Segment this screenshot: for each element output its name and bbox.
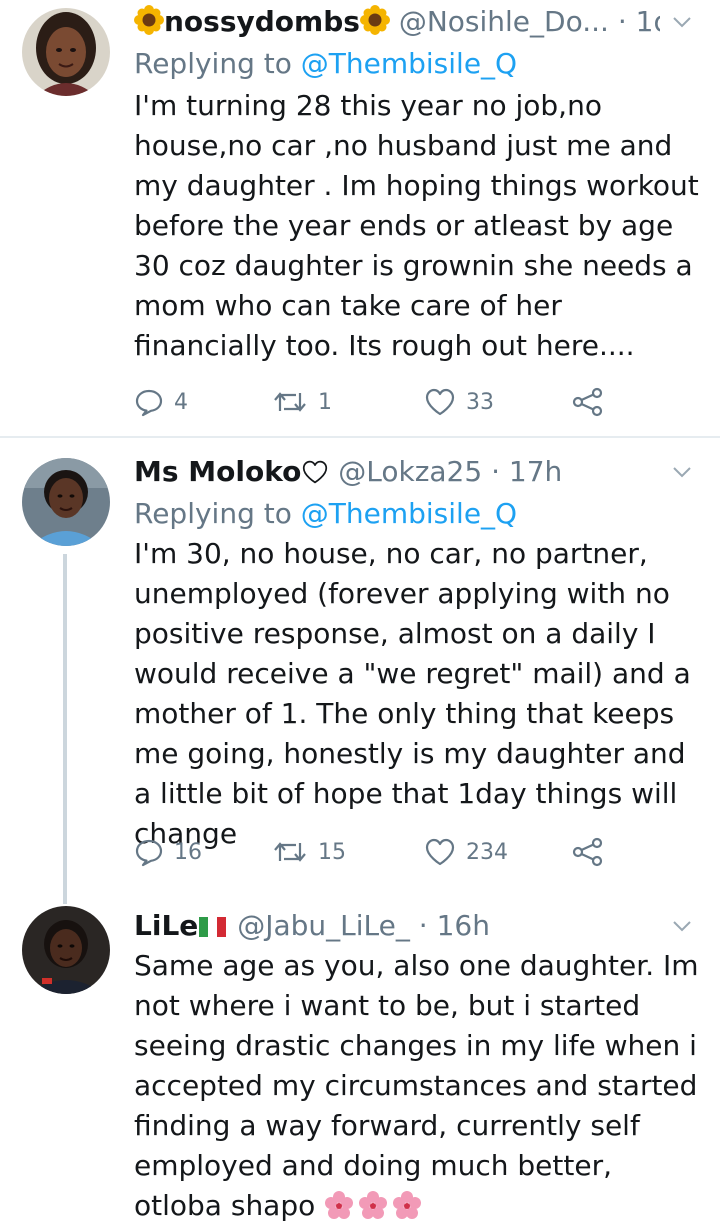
replying-to-label: Replying to <box>134 497 292 530</box>
timestamp[interactable]: 16h <box>437 909 490 942</box>
tweet-actions: 16 15 234 <box>134 834 614 870</box>
avatar[interactable] <box>22 8 110 96</box>
retweet-icon <box>274 392 306 412</box>
user-handle[interactable]: @Lokza25 <box>338 455 482 488</box>
avatar[interactable] <box>22 906 110 994</box>
display-name[interactable]: Ms Moloko <box>134 455 301 488</box>
share-button[interactable] <box>572 384 614 420</box>
reply-count: 4 <box>174 389 188 415</box>
avatar[interactable] <box>22 458 110 546</box>
share-icon <box>572 837 603 867</box>
like-count: 33 <box>466 389 494 415</box>
heart-icon <box>425 388 455 416</box>
display-name[interactable]: LiLe <box>134 909 198 942</box>
white-heart-icon <box>301 456 329 492</box>
tweet-text: I'm 30, no house, no car, no partner, un… <box>134 537 691 850</box>
sunflower-icon <box>359 5 390 42</box>
chevron-down-icon[interactable] <box>670 914 694 938</box>
hibiscus-icon <box>324 1190 354 1231</box>
retweet-button[interactable]: 15 <box>272 834 346 870</box>
replying-to-mention[interactable]: @Thembisile_Q <box>301 47 517 80</box>
replying-to-line: Replying to @Thembisile_Q <box>134 44 517 84</box>
replying-to-label: Replying to <box>134 47 292 80</box>
reply-icon <box>135 389 163 417</box>
tweet-text: Same age as you, also one daughter. Im n… <box>134 946 704 1231</box>
tweet-text-content: Same age as you, also one daughter. Im n… <box>134 949 699 1222</box>
user-handle[interactable]: @Jabu_LiLe_ <box>237 909 410 942</box>
sunflower-icon <box>134 5 164 42</box>
tweet-header: LiLe @Jabu_LiLe_ · 16h <box>134 906 660 946</box>
tweet-1[interactable]: nossydombs @Nosihle_Do... · 1d Replying … <box>0 0 720 436</box>
hibiscus-icon <box>358 1190 388 1231</box>
retweet-count: 1 <box>318 389 332 415</box>
retweet-icon <box>274 842 306 862</box>
separator-dot: · <box>617 5 627 38</box>
italy-flag-icon <box>198 910 228 946</box>
separator-dot: · <box>491 455 500 488</box>
like-button[interactable]: 33 <box>424 384 494 420</box>
replying-to-mention[interactable]: @Thembisile_Q <box>301 497 517 530</box>
thread-line <box>63 884 67 904</box>
retweet-button[interactable]: 1 <box>272 384 332 420</box>
tweet-header: Ms Moloko @Lokza25 · 17h <box>134 452 660 492</box>
tweet-text: I'm turning 28 this year no job,no house… <box>134 89 699 362</box>
heart-icon <box>425 838 455 866</box>
timestamp[interactable]: 17h <box>509 455 562 488</box>
hibiscus-icon <box>392 1190 422 1231</box>
share-button[interactable] <box>572 834 614 870</box>
tweet-actions: 4 1 33 <box>134 384 614 420</box>
retweet-count: 15 <box>318 839 346 865</box>
chevron-down-icon[interactable] <box>670 10 694 34</box>
chevron-down-icon[interactable] <box>670 460 694 484</box>
share-icon <box>572 387 603 417</box>
display-name[interactable]: nossydombs <box>164 5 360 38</box>
separator-dot: · <box>418 909 428 942</box>
reply-count: 16 <box>174 839 202 865</box>
reply-button[interactable]: 4 <box>134 384 188 420</box>
replying-to-line: Replying to @Thembisile_Q <box>134 494 517 534</box>
tweet-2[interactable]: Ms Moloko @Lokza25 · 17h Replying to @Th… <box>0 438 720 884</box>
tweet-header: nossydombs @Nosihle_Do... · 1d <box>134 2 660 42</box>
user-handle[interactable]: @Nosihle_Do... <box>399 5 609 38</box>
tweet-3[interactable]: LiLe @Jabu_LiLe_ · 16h Same age as you, … <box>0 884 720 1228</box>
reply-button[interactable]: 16 <box>134 834 202 870</box>
like-button[interactable]: 234 <box>424 834 508 870</box>
reply-icon <box>135 839 163 867</box>
timestamp[interactable]: 1d <box>636 5 660 38</box>
like-count: 234 <box>466 839 508 865</box>
thread-line <box>63 554 67 884</box>
